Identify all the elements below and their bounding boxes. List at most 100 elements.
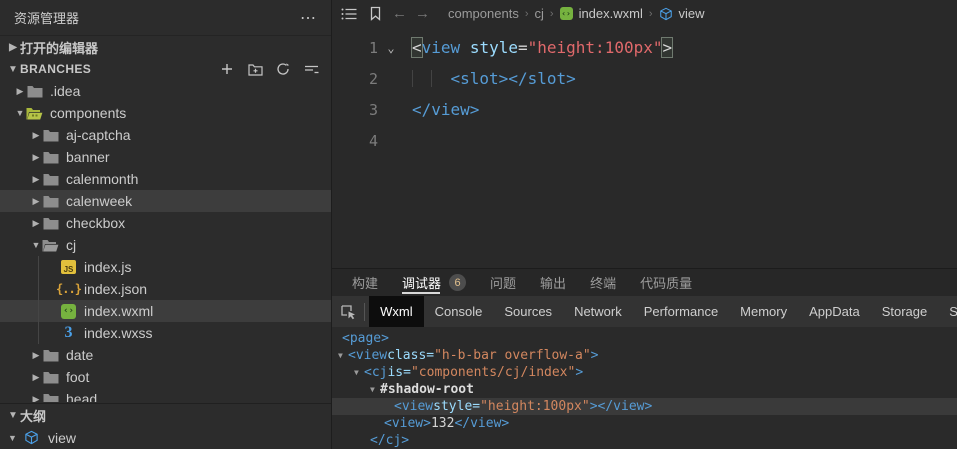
devtools-tab-wxml[interactable]: Wxml [369,296,424,327]
json-file-icon: {..} [56,282,82,296]
tree-item-index-js[interactable]: JS index.js [0,256,331,278]
devtools-tab-memory[interactable]: Memory [729,296,798,327]
devtools-tab-sens[interactable]: Sens [938,296,957,327]
dom-token-shadow: #shadow-root [380,382,474,397]
chevron-down-icon: ▼ [8,63,18,75]
token-attr: style [469,38,518,57]
tree-item-aj-captcha[interactable]: ▶ aj-captcha [0,124,331,146]
devtools-tab-appdata[interactable]: AppData [798,296,871,327]
tree-item-index-wxss[interactable]: 3 index.wxss [0,322,331,344]
dom-token-attr: is= [387,365,411,380]
collapse-all-icon[interactable] [303,61,319,77]
nav-forward-icon[interactable]: → [415,5,430,22]
devtools-tab-storage[interactable]: Storage [871,296,939,327]
panel-tabs: 构建 调试器 6 问题 输出 终端 代码质量 [332,269,957,296]
code-line-1[interactable]: 1 ⌄ <view style="height:100px"> [332,32,957,63]
refresh-icon[interactable] [275,61,291,77]
section-branches[interactable]: ▼ BRANCHES [0,58,331,80]
code-editor[interactable]: 1 ⌄ <view style="height:100px"> 2 <slot></sl… [332,27,957,268]
dom-node-4[interactable]: <view style= "height:100px" ></view> [332,398,957,415]
new-file-icon[interactable] [219,61,235,77]
tree-item-index-wxml[interactable]: ‹› index.wxml [0,300,331,322]
code-line-2[interactable]: 2 <slot></slot> [332,63,957,94]
panel-tab-label: 构建 [352,276,379,291]
dom-token-tag: <cj [364,365,388,380]
panel-tab-输出[interactable]: 输出 [540,269,566,296]
devtools-tabs: Wxml Console Sources Network Performance Memo… [369,296,957,327]
tree-item-calenweek[interactable]: ▶ calenweek [0,190,331,212]
dom-token-plain: 132 [430,416,455,431]
inspect-element-icon[interactable] [332,304,364,320]
tree-item-calenmonth[interactable]: ▶ calenmonth [0,168,331,190]
tree-item-label: banner [66,149,110,165]
breadcrumb-item-components[interactable]: components [448,6,519,21]
code-line-4[interactable]: 4 [332,125,957,156]
nav-back-icon[interactable]: ← [392,5,407,22]
chevron-right-icon: ▶ [32,129,40,140]
tree-item-label: date [66,347,94,363]
new-folder-icon[interactable] [247,61,263,77]
folder-icon [42,171,59,187]
devtools-tab-sources[interactable]: Sources [493,296,563,327]
panel-tab-问题[interactable]: 问题 [490,269,516,296]
dom-node-5[interactable]: <view> 132 </view> [332,415,957,432]
chevron-right-icon: ▶ [32,195,40,206]
breadcrumb-item-file[interactable]: index.wxml [579,6,643,21]
chevron-down-icon: ▼ [8,432,17,443]
dom-node-3[interactable]: ▼ #shadow-root [332,381,957,398]
tree-item-components[interactable]: ▼ components [0,102,331,124]
tree-item-label: calenmonth [66,171,139,187]
dom-token-tag: <view [348,348,388,363]
list-icon[interactable] [340,7,358,21]
tree-item-date[interactable]: ▶ date [0,344,331,366]
expand-triangle-icon[interactable]: ▼ [354,364,364,381]
panel-tab-代码质量[interactable]: 代码质量 [640,269,692,296]
dom-node-2[interactable]: ▼ <cj is= "components/cj/index" > [332,364,957,381]
line-number: 1 [368,38,378,57]
editor-area: ← → components › cj › ‹› index.wxml › vi… [332,0,957,449]
panel-tab-label: 调试器 [402,276,442,291]
outline-item-view[interactable]: ▼ view [0,426,331,449]
token-boxed: > [661,37,674,58]
chevron-right-icon: ▶ [9,41,17,53]
dom-token-tag: <page> [342,331,389,346]
tree-item-head[interactable]: ▶ head [0,388,331,402]
bookmark-icon[interactable] [366,6,384,21]
line-number: 2 [368,69,378,88]
wxss-file-icon: 3 [64,324,73,341]
devtools-tab-performance[interactable]: Performance [633,296,729,327]
line-number: 4 [368,131,378,150]
code-line-3[interactable]: 3 </view> [332,94,957,125]
devtools-tab-network[interactable]: Network [563,296,633,327]
wxml-file-icon: ‹› [559,7,573,20]
folder-icon [42,391,59,402]
tree-item-foot[interactable]: ▶ foot [0,366,331,388]
more-actions-icon[interactable]: ⋯ [300,8,317,28]
tree-item-cj[interactable]: ▼ cj [0,234,331,256]
wxml-file-icon: ‹› [60,303,77,319]
tree-item-checkbox[interactable]: ▶ checkbox [0,212,331,234]
panel-tab-构建[interactable]: 构建 [352,269,378,296]
tree-item-label: index.wxml [84,303,154,319]
token-str: "height:100px" [527,38,663,57]
dom-token-tag: <view [394,399,434,414]
dom-node-0[interactable]: <page> [332,330,957,347]
section-open-editors[interactable]: ▶ 打开的编辑器 [0,36,331,58]
breadcrumb-item-symbol[interactable]: view [679,6,705,21]
section-outline[interactable]: ▼ 大纲 [0,403,331,426]
panel-tab-终端[interactable]: 终端 [590,269,616,296]
devtools-tab-console[interactable]: Console [424,296,494,327]
dom-token-tag: > [575,365,584,380]
expand-triangle-icon[interactable]: ▼ [338,347,348,364]
dom-node-6[interactable]: </cj> [332,432,957,449]
expand-triangle-icon[interactable]: ▼ [370,381,380,398]
fold-chevron-icon[interactable]: ⌄ [378,41,404,55]
bottom-panel: 构建 调试器 6 问题 输出 终端 代码质量 Wxml Console Sources Netwo… [332,268,957,449]
tree-item-index-json[interactable]: {..} index.json [0,278,331,300]
panel-tab-调试器[interactable]: 调试器 6 [402,269,467,296]
tree-item--idea[interactable]: ▶ .idea [0,80,331,102]
tree-item-banner[interactable]: ▶ banner [0,146,331,168]
dom-node-1[interactable]: ▼ <view class= "h-b-bar overflow-a" > [332,347,957,364]
indent-guide [38,256,39,278]
breadcrumb-item-cj[interactable]: cj [535,6,544,21]
